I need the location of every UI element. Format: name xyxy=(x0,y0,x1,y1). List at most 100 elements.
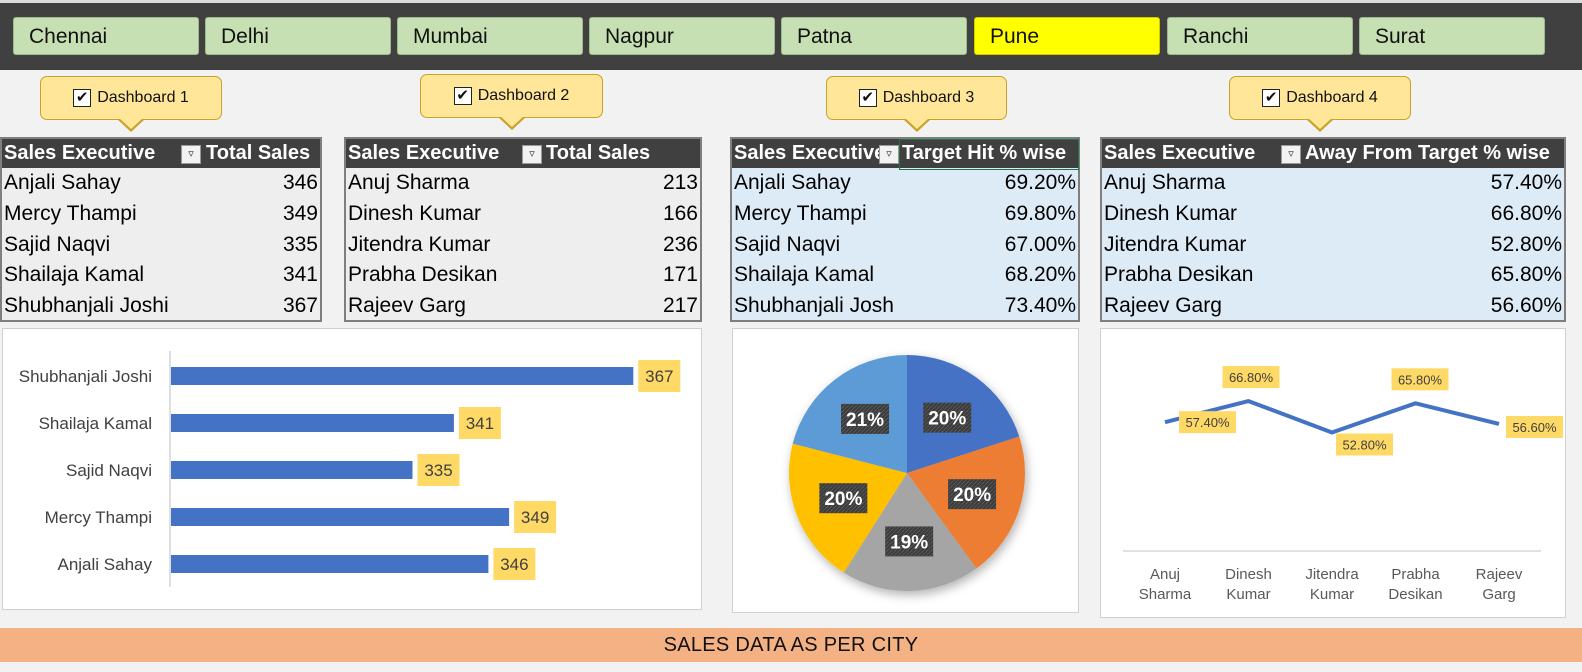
dashboard-2-label: Dashboard 2 xyxy=(477,87,570,104)
table-row: Rajeev Garg 217 xyxy=(346,291,700,322)
row-value: 217 xyxy=(662,294,698,318)
table-row: Anjali Sahay 69.20% xyxy=(732,168,1078,199)
column-header-sales-executive: Sales Executive xyxy=(1104,142,1256,164)
row-value: 67.00% xyxy=(1004,232,1076,256)
checkbox-icon[interactable]: ✔ xyxy=(73,89,92,107)
column-header-sales-executive: Sales Executive xyxy=(4,142,156,164)
table-row: Mercy Thampi 69.80% xyxy=(732,199,1078,230)
row-name: Rajeev Garg xyxy=(348,294,466,318)
dashboard-1-label: Dashboard 1 xyxy=(97,89,189,106)
row-name: Jitendra Kumar xyxy=(348,232,491,256)
row-name: Shailaja Kamal xyxy=(734,263,875,287)
row-name: Shubhanjali Joshi xyxy=(4,294,169,318)
filter-dropdown-icon[interactable]: ▿ xyxy=(181,145,201,164)
city-button-delhi[interactable]: Delhi xyxy=(205,17,391,55)
table-header: Sales Executive ▿ Away From Target % wis… xyxy=(1102,139,1564,168)
line-category-label: Prabha xyxy=(1391,566,1440,583)
line-category-label: Desikan xyxy=(1388,586,1442,603)
dashboard-2-callout[interactable]: ✔ Dashboard 2 xyxy=(420,74,603,130)
checkbox-icon[interactable]: ✔ xyxy=(858,89,877,107)
line-category-label: Jitendra xyxy=(1305,566,1359,583)
row-value: 69.80% xyxy=(1004,201,1076,225)
bar-data-label: 335 xyxy=(424,461,452,480)
bar-data-label: 367 xyxy=(645,367,673,386)
pivot-table-4: Sales Executive ▿ Away From Target % wis… xyxy=(1100,137,1566,322)
city-button-surat[interactable]: Surat xyxy=(1359,17,1545,55)
pie-data-label: 21% xyxy=(846,410,884,431)
column-header-sales-executive: Sales Executive xyxy=(348,142,500,164)
pie-data-label: 20% xyxy=(928,409,966,430)
row-value: 166 xyxy=(662,201,698,225)
pie-data-label: 20% xyxy=(824,489,862,510)
filter-dropdown-icon[interactable]: ▿ xyxy=(522,145,542,164)
checkbox-icon[interactable]: ✔ xyxy=(453,87,472,105)
city-button-mumbai[interactable]: Mumbai xyxy=(397,17,583,55)
pie-chart-panel[interactable]: 20% 20% 19% 20% 21% xyxy=(732,328,1079,613)
row-name: Anuj Sharma xyxy=(1104,171,1226,194)
city-button-patna[interactable]: Patna xyxy=(781,17,967,55)
bar-chart-panel[interactable]: Shubhanjali Joshi 367 Shailaja Kamal 341 Saj… xyxy=(2,328,702,610)
row-value: 65.80% xyxy=(1490,263,1562,287)
table-row: Prabha Desikan 65.80% xyxy=(1102,260,1564,291)
bar[interactable] xyxy=(171,461,413,479)
bar-data-label: 349 xyxy=(521,508,549,527)
line-category-label: Kumar xyxy=(1310,586,1354,603)
row-name: Mercy Thampi xyxy=(4,201,137,225)
selected-cell xyxy=(899,139,1079,170)
row-name: Dinesh Kumar xyxy=(1104,201,1238,225)
table-row: Prabha Desikan 171 xyxy=(346,260,700,291)
dashboard-3-callout[interactable]: ✔ Dashboard 3 xyxy=(826,76,1007,132)
filter-dropdown-icon[interactable]: ▿ xyxy=(1281,145,1301,164)
row-name: Rajeev Garg xyxy=(1104,294,1222,318)
line-chart: 57.40% Anuj Sharma 66.80% Dinesh Kumar 52.80% J… xyxy=(1123,366,1563,603)
table-row: Dinesh Kumar 166 xyxy=(346,199,700,230)
table-header: Sales Executive ▿ Total Sales xyxy=(346,139,700,168)
row-value: 57.40% xyxy=(1490,171,1562,194)
row-name: Sajid Naqvi xyxy=(4,232,111,256)
table-row: Dinesh Kumar 66.80% xyxy=(1102,199,1564,230)
line-chart-panel[interactable]: 57.40% Anuj Sharma 66.80% Dinesh Kumar 52.80% J… xyxy=(1100,328,1566,618)
dashboard-1-callout[interactable]: ✔ Dashboard 1 xyxy=(40,76,222,132)
line-data-label: 56.60% xyxy=(1512,420,1557,435)
city-button-pune[interactable]: Pune xyxy=(974,17,1160,55)
table-row: Shailaja Kamal 68.20% xyxy=(732,260,1078,291)
row-value: 52.80% xyxy=(1490,232,1562,256)
row-value: 236 xyxy=(662,232,698,256)
bar[interactable] xyxy=(171,414,454,432)
row-value: 66.80% xyxy=(1490,201,1562,225)
row-name: Sajid Naqvi xyxy=(734,232,841,256)
city-button-nagpur[interactable]: Nagpur xyxy=(589,17,775,55)
row-name: Jitendra Kumar xyxy=(1104,232,1247,256)
bar[interactable] xyxy=(171,555,489,573)
checkbox-icon[interactable]: ✔ xyxy=(1262,89,1281,107)
row-value: 73.40% xyxy=(1004,294,1076,318)
bar-category-label: Anjali Sahay xyxy=(57,555,152,574)
row-name: Prabha Desikan xyxy=(348,263,498,287)
city-button-ranchi[interactable]: Ranchi xyxy=(1167,17,1353,55)
pivot-table-2: Sales Executive ▿ Total Sales Anuj Sharm… xyxy=(344,137,702,322)
line-category-label: Sharma xyxy=(1139,586,1192,603)
row-name: Prabha Desikan xyxy=(1104,263,1254,287)
line-category-label: Garg xyxy=(1482,586,1515,603)
row-value: 335 xyxy=(282,232,318,256)
bar-category-label: Sajid Naqvi xyxy=(66,461,152,480)
row-name: Dinesh Kumar xyxy=(348,201,482,225)
city-button-chennai[interactable]: Chennai xyxy=(13,17,199,55)
table-row: Jitendra Kumar 52.80% xyxy=(1102,230,1564,261)
bar[interactable] xyxy=(171,508,510,526)
column-header-total-sales: Total Sales xyxy=(206,142,311,164)
bar[interactable] xyxy=(171,367,634,385)
filter-dropdown-icon[interactable]: ▿ xyxy=(879,145,899,164)
row-name: Anuj Sharma xyxy=(348,171,470,194)
table-row: Shubhanjali Josh 73.40% xyxy=(732,291,1078,322)
dashboard-4-callout[interactable]: ✔ Dashboard 4 xyxy=(1229,76,1411,132)
bar-data-label: 346 xyxy=(500,555,528,574)
table-row: Jitendra Kumar 236 xyxy=(346,230,700,261)
pie-data-label: 19% xyxy=(890,532,928,553)
row-value: 341 xyxy=(282,263,318,287)
pivot-table-3: Sales Executive ▿ Target Hit % wise Anja… xyxy=(730,137,1080,322)
table-row: Anuj Sharma 57.40% xyxy=(1102,168,1564,199)
table-row: Mercy Thampi 349 xyxy=(2,199,320,230)
row-value: 68.20% xyxy=(1004,263,1076,287)
row-value: 171 xyxy=(662,263,698,287)
